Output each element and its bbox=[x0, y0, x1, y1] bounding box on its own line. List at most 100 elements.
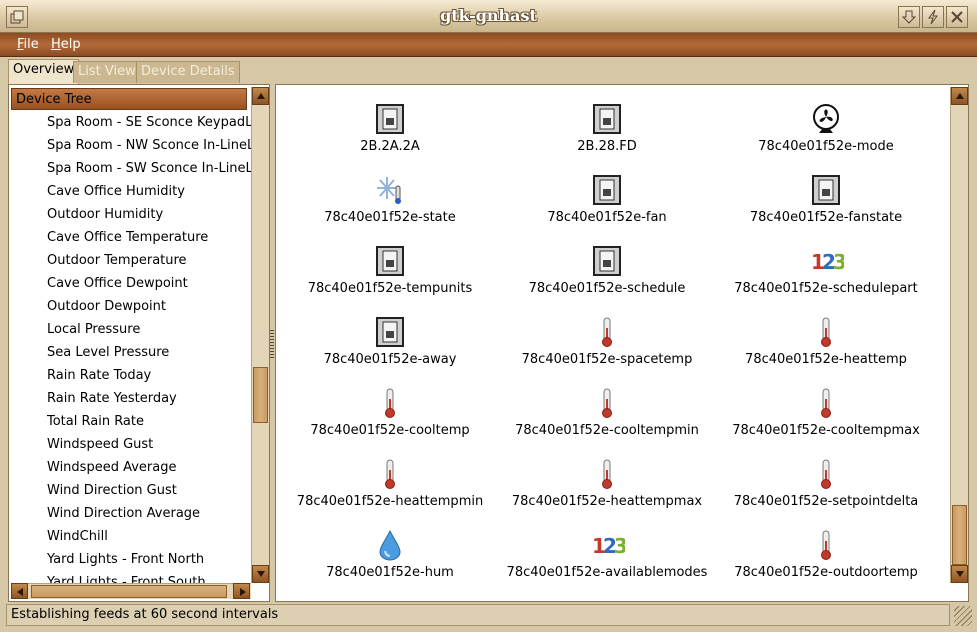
switch-icon bbox=[591, 103, 623, 137]
tree-item[interactable]: Outdoor Dewpoint bbox=[47, 295, 251, 318]
overview-panel: 2B.2A.2A 2B.28.FD 78c40e01f52e-mode 78c40e0… bbox=[275, 84, 969, 602]
device-label: 78c40e01f52e-state bbox=[324, 210, 456, 225]
tree-item[interactable]: Yard Lights - Front South bbox=[47, 571, 251, 583]
device-label: 78c40e01f52e-schedulepart bbox=[734, 281, 918, 296]
tree-item[interactable]: Outdoor Temperature bbox=[47, 249, 251, 272]
scroll-down-button[interactable] bbox=[252, 565, 269, 583]
scroll-left-button[interactable] bbox=[11, 583, 28, 599]
tree-item[interactable]: Wind Direction Average bbox=[47, 502, 251, 525]
device-label: 78c40e01f52e-mode bbox=[758, 139, 894, 154]
device-icon-item[interactable]: 78c40e01f52e-cooltempmax bbox=[716, 387, 936, 449]
tree-item[interactable]: Windspeed Average bbox=[47, 456, 251, 479]
tree-item[interactable]: Total Rain Rate bbox=[47, 410, 251, 433]
device-icon-item[interactable]: 1 2 3 78c40e01f52e-availablemodes bbox=[497, 529, 717, 591]
device-label: 2B.28.FD bbox=[577, 139, 637, 154]
scroll-up-button[interactable] bbox=[252, 87, 269, 105]
overview-scroll-up-button[interactable] bbox=[951, 87, 968, 105]
title-bar[interactable]: gtk-gnhast bbox=[0, 0, 977, 33]
device-icon-item[interactable]: 78c40e01f52e-state bbox=[280, 174, 500, 236]
device-label: 78c40e01f52e-hum bbox=[326, 565, 454, 580]
window-resize-grip[interactable] bbox=[954, 606, 972, 626]
minimize-button[interactable] bbox=[898, 6, 920, 28]
device-icon-item[interactable]: 78c40e01f52e-outdoortemp bbox=[716, 529, 936, 591]
tree-item[interactable]: Spa Room - SE Sconce KeypadL bbox=[47, 111, 251, 134]
tree-item[interactable]: Rain Rate Today bbox=[47, 364, 251, 387]
tab-device-details[interactable]: Device Details bbox=[136, 61, 240, 83]
window-title: gtk-gnhast bbox=[440, 6, 537, 25]
tree-item[interactable]: Local Pressure bbox=[47, 318, 251, 341]
tree-item[interactable]: Yard Lights - Front North bbox=[47, 548, 251, 571]
overview-vertical-scrollbar[interactable] bbox=[950, 87, 968, 583]
device-label: 78c40e01f52e-fanstate bbox=[749, 210, 903, 225]
device-icon-item[interactable]: 78c40e01f52e-cooltemp bbox=[280, 387, 500, 449]
switch-icon bbox=[374, 103, 406, 137]
device-icon-item[interactable]: 78c40e01f52e-heattempmin bbox=[280, 458, 500, 520]
device-label: 78c40e01f52e-heattempmax bbox=[511, 494, 703, 509]
scroll-right-button[interactable] bbox=[233, 583, 250, 599]
device-icon-item[interactable]: 78c40e01f52e-mode bbox=[716, 103, 936, 165]
status-bar: Establishing feeds at 60 second interval… bbox=[6, 604, 950, 626]
device-label: 2B.2A.2A bbox=[360, 139, 420, 154]
device-icon-grid: 2B.2A.2A 2B.28.FD 78c40e01f52e-mode 78c40e0… bbox=[276, 85, 950, 601]
device-label: 78c40e01f52e-spacetemp bbox=[521, 352, 693, 367]
device-label: 78c40e01f52e-away bbox=[323, 352, 457, 367]
switch-icon bbox=[591, 174, 623, 208]
tree-item[interactable]: Sea Level Pressure bbox=[47, 341, 251, 364]
switch-icon bbox=[374, 316, 406, 350]
thermometer-icon bbox=[810, 387, 842, 421]
device-icon-item[interactable]: 1 2 3 78c40e01f52e-schedulepart bbox=[716, 245, 936, 307]
tree-item[interactable]: Cave Office Temperature bbox=[47, 226, 251, 249]
device-icon-item[interactable]: 78c40e01f52e-tempunits bbox=[280, 245, 500, 307]
tab-list-view[interactable]: List View bbox=[73, 61, 141, 83]
device-icon-item[interactable]: 78c40e01f52e-heattemp bbox=[716, 316, 936, 378]
fan-icon bbox=[810, 103, 842, 137]
device-label: 78c40e01f52e-cooltempmax bbox=[732, 423, 920, 438]
device-label: 78c40e01f52e-cooltemp bbox=[310, 423, 470, 438]
tab-overview[interactable]: Overview bbox=[8, 59, 80, 84]
pane-resize-handle[interactable] bbox=[270, 330, 274, 360]
device-label: 78c40e01f52e-fan bbox=[547, 210, 667, 225]
tree-item[interactable]: Rain Rate Yesterday bbox=[47, 387, 251, 410]
thermometer-icon bbox=[810, 458, 842, 492]
thermometer-icon bbox=[591, 316, 623, 350]
device-label: 78c40e01f52e-setpointdelta bbox=[733, 494, 919, 509]
maximize-button[interactable] bbox=[922, 6, 944, 28]
overview-scroll-down-button[interactable] bbox=[951, 565, 968, 583]
menu-file[interactable]: File bbox=[17, 37, 39, 52]
device-label: 78c40e01f52e-availablemodes bbox=[506, 565, 708, 580]
thermometer-icon bbox=[591, 458, 623, 492]
tree-item[interactable]: Windspeed Gust bbox=[47, 433, 251, 456]
device-label: 78c40e01f52e-heattempmin bbox=[296, 494, 484, 509]
tree-horizontal-scrollbar[interactable] bbox=[11, 583, 251, 599]
tree-item[interactable]: Cave Office Dewpoint bbox=[47, 272, 251, 295]
device-icon-item[interactable]: 78c40e01f52e-heattempmax bbox=[497, 458, 717, 520]
tree-item[interactable]: Spa Room - SW Sconce In-LineL bbox=[47, 157, 251, 180]
thermometer-icon bbox=[591, 387, 623, 421]
device-icon-item[interactable]: 78c40e01f52e-schedule bbox=[497, 245, 717, 307]
overview-scroll-thumb[interactable] bbox=[952, 505, 967, 565]
device-icon-item[interactable]: 78c40e01f52e-away bbox=[280, 316, 500, 378]
tree-item[interactable]: Outdoor Humidity bbox=[47, 203, 251, 226]
tree-item[interactable]: Cave Office Humidity bbox=[47, 180, 251, 203]
close-button[interactable] bbox=[946, 6, 968, 28]
device-icon-item[interactable]: 78c40e01f52e-cooltempmin bbox=[497, 387, 717, 449]
tree-vertical-scrollbar[interactable] bbox=[251, 87, 269, 583]
device-icon-item[interactable]: 78c40e01f52e-hum bbox=[280, 529, 500, 591]
tree-hscroll-thumb[interactable] bbox=[31, 585, 227, 598]
menu-help[interactable]: Help bbox=[51, 37, 81, 52]
device-tree-panel: Device Tree Spa Room - SE Sconce KeypadL… bbox=[8, 84, 270, 602]
device-icon-item[interactable]: 78c40e01f52e-setpointdelta bbox=[716, 458, 936, 520]
device-icon-item[interactable]: 78c40e01f52e-fanstate bbox=[716, 174, 936, 236]
device-icon-item[interactable]: 2B.2A.2A bbox=[280, 103, 500, 165]
tree-item[interactable]: Spa Room - NW Sconce In-LineL bbox=[47, 134, 251, 157]
tree-item[interactable]: WindChill bbox=[47, 525, 251, 548]
device-icon-item[interactable]: 78c40e01f52e-fan bbox=[497, 174, 717, 236]
tree-item[interactable]: Wind Direction Gust bbox=[47, 479, 251, 502]
device-tree-header[interactable]: Device Tree bbox=[11, 88, 247, 110]
device-icon-item[interactable]: 78c40e01f52e-spacetemp bbox=[497, 316, 717, 378]
device-label: 78c40e01f52e-schedule bbox=[528, 281, 686, 296]
number-123-icon: 123 bbox=[591, 529, 628, 563]
thermometer-icon bbox=[374, 387, 406, 421]
tree-scroll-thumb[interactable] bbox=[253, 367, 268, 423]
device-icon-item[interactable]: 2B.28.FD bbox=[497, 103, 717, 165]
